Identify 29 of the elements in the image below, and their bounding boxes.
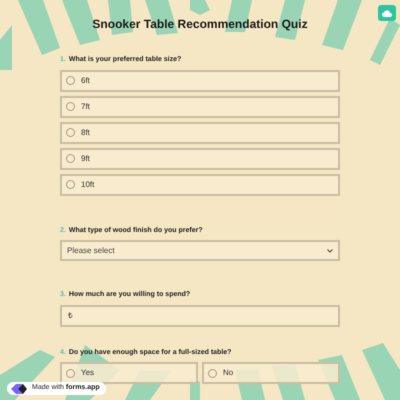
option-label: 6ft <box>81 74 90 86</box>
radio-button[interactable] <box>66 368 75 378</box>
radio-button[interactable] <box>208 368 217 378</box>
option-row[interactable]: 10ft <box>60 174 340 196</box>
option-label: 9ft <box>81 152 90 164</box>
dropdown-field[interactable]: Please select <box>60 240 340 261</box>
option-label: 10ft <box>81 178 94 190</box>
cloud-icon <box>382 10 392 16</box>
radio-button[interactable] <box>66 180 75 189</box>
radio-button[interactable] <box>66 102 75 111</box>
radio-button[interactable] <box>66 128 75 137</box>
option-row[interactable]: Yes <box>60 362 198 384</box>
option-row[interactable]: 8ft <box>60 122 340 144</box>
form-title: Snooker Table Recommendation Quiz <box>92 16 308 33</box>
logo-icon <box>10 382 28 394</box>
currency-prefix: ₺ <box>68 310 73 322</box>
radio-button[interactable] <box>66 154 75 163</box>
option-label: 7ft <box>81 100 90 112</box>
option-label: No <box>223 367 234 379</box>
chevron-down-icon <box>327 248 333 252</box>
option-row[interactable]: 9ft <box>60 148 340 170</box>
option-label: 8ft <box>81 126 90 138</box>
radio-button[interactable] <box>66 76 75 85</box>
save-button[interactable] <box>378 5 396 21</box>
option-row[interactable]: 7ft <box>60 96 340 118</box>
option-row[interactable]: No <box>202 362 340 384</box>
option-label: Yes <box>81 367 94 379</box>
option-row[interactable]: 6ft <box>60 70 340 92</box>
input-field[interactable]: ₺ <box>60 304 340 326</box>
